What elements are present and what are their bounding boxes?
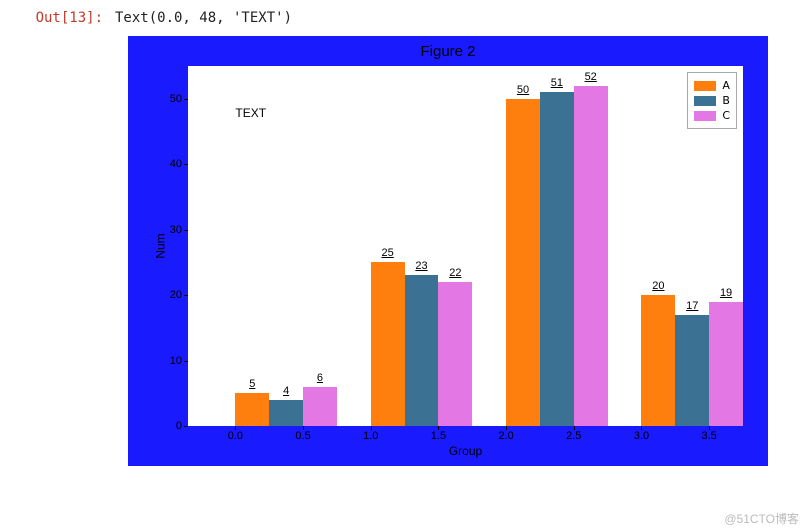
output-text: Text(0.0, 48, 'TEXT'): [115, 10, 292, 26]
y-tick-mark: [184, 230, 188, 231]
bar-value-label: 51: [551, 77, 563, 89]
x-tick-label: 3.5: [702, 430, 717, 442]
x-tick-label: 2.0: [498, 430, 513, 442]
x-tick-mark: [438, 426, 439, 430]
bar-C: 52: [574, 86, 608, 426]
bar-A: 25: [371, 262, 405, 426]
bar-A: 5: [235, 393, 269, 426]
bar-A: 20: [641, 295, 675, 426]
x-axis-label: Group: [449, 444, 482, 458]
y-tick-mark: [184, 295, 188, 296]
plot-area: 546252322505152201719TEXT: [188, 66, 743, 426]
y-axis-label: Num: [154, 233, 168, 258]
bar-C: 22: [438, 282, 472, 426]
x-tick-label: 0.5: [295, 430, 310, 442]
bar-A: 50: [506, 99, 540, 426]
legend-label: B: [722, 94, 730, 107]
bar-value-label: 25: [382, 247, 394, 259]
output-prompt: Out[13]:: [20, 10, 115, 26]
x-tick-label: 2.5: [566, 430, 581, 442]
bar-value-label: 6: [317, 372, 323, 384]
bar-B: 51: [540, 92, 574, 426]
legend-swatch: [694, 81, 716, 91]
y-tick-label: 40: [170, 158, 182, 170]
x-tick-mark: [371, 426, 372, 430]
bar-B: 4: [269, 400, 303, 426]
bar-C: 19: [709, 302, 743, 426]
legend-item: C: [694, 109, 730, 122]
bar-value-label: 4: [283, 385, 289, 397]
x-tick-mark: [506, 426, 507, 430]
bar-value-label: 50: [517, 84, 529, 96]
bar-value-label: 5: [249, 378, 255, 390]
y-tick-label: 0: [176, 420, 182, 432]
y-tick-label: 10: [170, 355, 182, 367]
watermark: @51CTO博客: [724, 510, 799, 527]
bar-value-label: 19: [720, 287, 732, 299]
y-tick-mark: [184, 361, 188, 362]
x-tick-mark: [303, 426, 304, 430]
bar-C: 6: [303, 387, 337, 426]
y-tick-mark: [184, 426, 188, 427]
x-tick-label: 0.0: [228, 430, 243, 442]
legend-label: C: [722, 109, 730, 122]
legend-item: B: [694, 94, 730, 107]
bar-value-label: 17: [686, 300, 698, 312]
bar-value-label: 23: [415, 260, 427, 272]
annotation-text: TEXT: [235, 106, 266, 120]
axes: 546252322505152201719TEXT Num Group ABC …: [188, 66, 743, 426]
legend-item: A: [694, 79, 730, 92]
x-tick-label: 1.5: [431, 430, 446, 442]
x-tick-label: 1.0: [363, 430, 378, 442]
bar-value-label: 20: [652, 280, 664, 292]
legend-swatch: [694, 96, 716, 106]
output-row: Out[13]: Text(0.0, 48, 'TEXT'): [20, 10, 787, 26]
legend-swatch: [694, 111, 716, 121]
legend: ABC: [687, 72, 737, 129]
legend-label: A: [722, 79, 730, 92]
figure-container: Figure 2 546252322505152201719TEXT Num G…: [128, 36, 787, 466]
x-tick-mark: [709, 426, 710, 430]
bar-B: 17: [675, 315, 709, 426]
x-tick-mark: [641, 426, 642, 430]
bar-B: 23: [405, 275, 439, 426]
bar-value-label: 52: [585, 71, 597, 83]
y-tick-mark: [184, 164, 188, 165]
y-tick-label: 20: [170, 289, 182, 301]
x-tick-label: 3.0: [634, 430, 649, 442]
x-tick-mark: [235, 426, 236, 430]
y-tick-label: 50: [170, 93, 182, 105]
y-tick-mark: [184, 99, 188, 100]
x-tick-mark: [574, 426, 575, 430]
figure-title: Figure 2: [128, 43, 768, 60]
figure: Figure 2 546252322505152201719TEXT Num G…: [128, 36, 768, 466]
bar-value-label: 22: [449, 267, 461, 279]
y-tick-label: 30: [170, 224, 182, 236]
